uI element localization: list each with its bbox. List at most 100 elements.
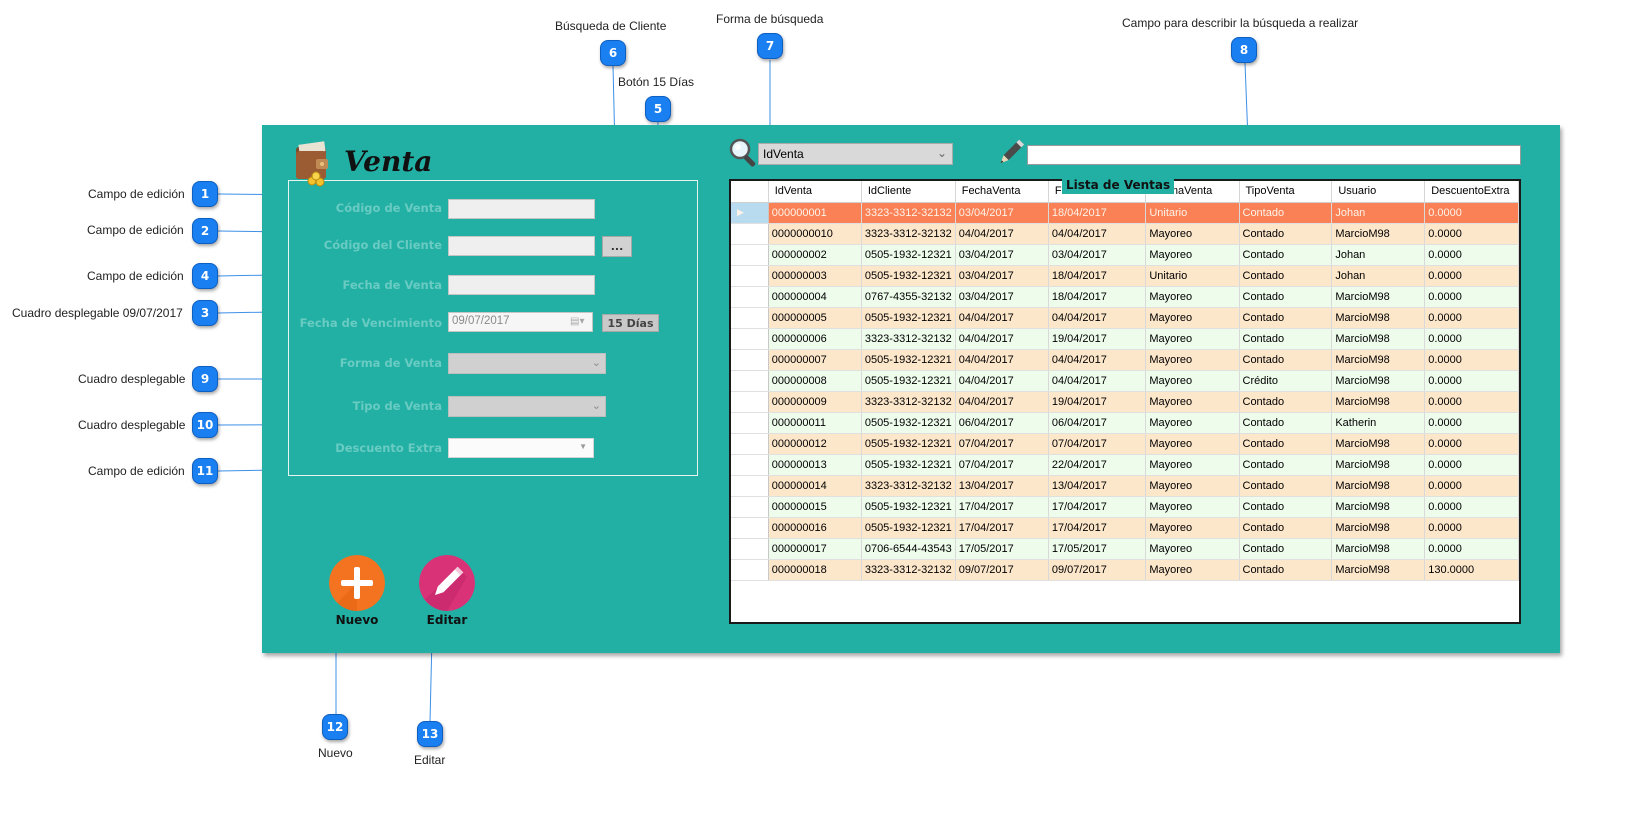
row-header[interactable] (731, 265, 769, 287)
table-cell[interactable]: MarcioM98 (1331, 433, 1426, 455)
table-cell[interactable]: MarcioM98 (1331, 349, 1426, 371)
row-header[interactable] (731, 496, 769, 518)
table-cell[interactable]: Contado (1239, 412, 1333, 434)
table-cell[interactable]: 03/04/2017 (955, 244, 1049, 266)
table-cell[interactable]: Contado (1239, 433, 1333, 455)
table-cell[interactable]: 13/04/2017 (1048, 475, 1147, 497)
table-cell[interactable]: 19/04/2017 (1048, 328, 1147, 350)
nuevo-button[interactable] (329, 555, 385, 611)
table-cell[interactable]: 19/04/2017 (1048, 391, 1147, 413)
row-header[interactable] (731, 433, 769, 455)
table-row[interactable]: ▶ 000000001 3323-3312-32132 03/04/2017 18/04… (731, 202, 1519, 224)
table-cell[interactable]: 04/04/2017 (955, 307, 1049, 329)
table-cell[interactable]: Johan (1331, 202, 1426, 224)
table-cell[interactable]: Mayoreo (1145, 559, 1240, 581)
row-header[interactable] (731, 538, 769, 560)
table-cell[interactable]: Contado (1239, 244, 1333, 266)
buscar-cliente-button[interactable]: ... (602, 236, 632, 257)
table-cell[interactable]: 000000017 (768, 538, 862, 560)
quince-dias-button[interactable]: 15 Días (602, 314, 659, 332)
table-cell[interactable]: 22/04/2017 (1048, 454, 1147, 476)
table-cell[interactable]: 000000015 (768, 496, 862, 518)
table-cell[interactable]: 0.0000 (1424, 538, 1519, 560)
table-cell[interactable]: 06/04/2017 (1048, 412, 1147, 434)
table-cell[interactable]: Mayoreo (1145, 391, 1240, 413)
table-cell[interactable]: Mayoreo (1145, 412, 1240, 434)
table-cell[interactable]: 17/05/2017 (955, 538, 1049, 560)
table-cell[interactable]: Contado (1239, 496, 1333, 518)
column-header[interactable]: DescuentoExtra (1424, 181, 1519, 203)
table-row[interactable]: 000000014 3323-3312-32132 13/04/2017 13/04/… (731, 475, 1519, 497)
table-cell[interactable]: 0505-1932-12321 (861, 370, 956, 392)
table-cell[interactable]: 17/04/2017 (1048, 496, 1147, 518)
table-cell[interactable]: 04/04/2017 (1048, 307, 1147, 329)
table-cell[interactable]: MarcioM98 (1331, 559, 1426, 581)
table-cell[interactable]: 09/07/2017 (955, 559, 1049, 581)
table-cell[interactable]: 000000013 (768, 454, 862, 476)
row-header[interactable] (731, 517, 769, 539)
table-cell[interactable]: MarcioM98 (1331, 286, 1426, 308)
table-row[interactable]: 000000018 3323-3312-32132 09/07/2017 09/07/… (731, 559, 1519, 581)
row-header[interactable] (731, 559, 769, 581)
table-cell[interactable]: 000000002 (768, 244, 862, 266)
table-cell[interactable]: Contado (1239, 517, 1333, 539)
table-cell[interactable]: 0.0000 (1424, 328, 1519, 350)
table-cell[interactable]: MarcioM98 (1331, 307, 1426, 329)
table-cell[interactable]: Contado (1239, 328, 1333, 350)
table-cell[interactable]: 0505-1932-12321 (861, 517, 956, 539)
table-cell[interactable]: Mayoreo (1145, 328, 1240, 350)
table-row[interactable]: 000000017 0706-6544-43543 17/05/2017 17/05/… (731, 538, 1519, 560)
table-cell[interactable]: Mayoreo (1145, 496, 1240, 518)
table-cell[interactable]: MarcioM98 (1331, 223, 1426, 245)
table-cell[interactable]: 13/04/2017 (955, 475, 1049, 497)
table-cell[interactable]: 0.0000 (1424, 202, 1519, 224)
forma-venta-select[interactable]: ⌄ (448, 353, 606, 374)
table-cell[interactable]: Contado (1239, 265, 1333, 287)
table-cell[interactable]: 0000000010 (768, 223, 862, 245)
table-cell[interactable]: Katherin (1331, 412, 1426, 434)
table-cell[interactable]: MarcioM98 (1331, 454, 1426, 476)
table-cell[interactable]: 17/04/2017 (955, 496, 1049, 518)
table-cell[interactable]: 04/04/2017 (955, 391, 1049, 413)
row-header[interactable] (731, 454, 769, 476)
descuento-extra-field[interactable]: ▼ (448, 438, 594, 458)
table-cell[interactable]: Mayoreo (1145, 223, 1240, 245)
editar-button[interactable] (419, 555, 475, 611)
table-cell[interactable]: Johan (1331, 244, 1426, 266)
search-mode-select[interactable]: IdVenta ⌄ (758, 143, 953, 165)
table-cell[interactable]: MarcioM98 (1331, 391, 1426, 413)
table-row[interactable]: 000000012 0505-1932-12321 07/04/2017 07/04/… (731, 433, 1519, 455)
table-cell[interactable]: 0.0000 (1424, 433, 1519, 455)
row-header[interactable] (731, 475, 769, 497)
table-cell[interactable]: 000000008 (768, 370, 862, 392)
row-header[interactable]: ▶ (731, 202, 769, 224)
table-cell[interactable]: 0505-1932-12321 (861, 496, 956, 518)
column-header[interactable]: FechaVenta (955, 181, 1049, 203)
table-cell[interactable]: 0.0000 (1424, 307, 1519, 329)
table-cell[interactable]: Mayoreo (1145, 286, 1240, 308)
table-cell[interactable]: 07/04/2017 (1048, 433, 1147, 455)
codigo-venta-field[interactable] (448, 199, 595, 219)
table-row[interactable]: 000000009 3323-3312-32132 04/04/2017 19/04/… (731, 391, 1519, 413)
column-header[interactable]: TipoVenta (1239, 181, 1333, 203)
table-cell[interactable]: 3323-3312-32132 (861, 475, 956, 497)
row-header[interactable] (731, 244, 769, 266)
table-cell[interactable]: 0505-1932-12321 (861, 349, 956, 371)
search-input[interactable] (1027, 145, 1521, 165)
row-header[interactable] (731, 412, 769, 434)
table-cell[interactable]: 18/04/2017 (1048, 286, 1147, 308)
table-row[interactable]: 000000011 0505-1932-12321 06/04/2017 06/04/… (731, 412, 1519, 434)
table-cell[interactable]: 000000012 (768, 433, 862, 455)
row-header[interactable] (731, 370, 769, 392)
table-cell[interactable]: 000000005 (768, 307, 862, 329)
column-header[interactable]: IdVenta (768, 181, 862, 203)
table-cell[interactable]: Mayoreo (1145, 349, 1240, 371)
table-cell[interactable]: 17/04/2017 (955, 517, 1049, 539)
table-cell[interactable]: Contado (1239, 538, 1333, 560)
table-cell[interactable]: Contado (1239, 349, 1333, 371)
table-cell[interactable]: 0.0000 (1424, 223, 1519, 245)
table-cell[interactable]: 000000003 (768, 265, 862, 287)
table-cell[interactable]: 0505-1932-12321 (861, 307, 956, 329)
fecha-vencimiento-picker[interactable]: 09/07/2017 ▤▾ (448, 312, 593, 332)
table-cell[interactable]: Contado (1239, 391, 1333, 413)
